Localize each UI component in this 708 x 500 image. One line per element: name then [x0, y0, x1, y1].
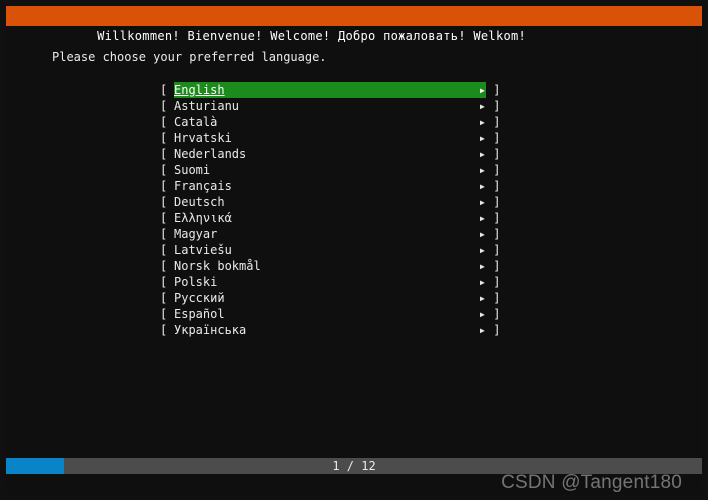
- language-option[interactable]: [ English▸ ]: [160, 82, 500, 98]
- submenu-chevron-icon: ▸: [472, 146, 486, 162]
- submenu-chevron-icon: ▸: [472, 274, 486, 290]
- progress-bar: 1 / 12: [6, 458, 702, 474]
- pager: 1 / 12: [6, 458, 702, 474]
- language-label: Français: [174, 178, 472, 194]
- submenu-chevron-icon: ▸: [472, 290, 486, 306]
- left-bracket: [: [160, 98, 174, 114]
- language-option[interactable]: [ Latviešu▸ ]: [160, 242, 500, 258]
- submenu-chevron-icon: ▸: [472, 82, 486, 98]
- language-label: Nederlands: [174, 146, 472, 162]
- language-label: Ελληνικά: [174, 210, 472, 226]
- language-label: Asturianu: [174, 98, 472, 114]
- left-bracket: [: [160, 274, 174, 290]
- submenu-chevron-icon: ▸: [472, 258, 486, 274]
- title-bar: Willkommen! Bienvenue! Welcome! Добро по…: [6, 6, 702, 26]
- right-bracket: ]: [486, 82, 500, 98]
- left-bracket: [: [160, 146, 174, 162]
- language-option[interactable]: [ Hrvatski▸ ]: [160, 130, 500, 146]
- language-label: Українська: [174, 322, 472, 338]
- left-bracket: [: [160, 178, 174, 194]
- submenu-chevron-icon: ▸: [472, 98, 486, 114]
- pager-current: 1: [332, 459, 339, 473]
- right-bracket: ]: [486, 274, 500, 290]
- pager-total: 12: [361, 459, 375, 473]
- language-option[interactable]: [ Asturianu▸ ]: [160, 98, 500, 114]
- language-label: English: [174, 82, 472, 98]
- installer-screen: Willkommen! Bienvenue! Welcome! Добро по…: [6, 6, 702, 494]
- left-bracket: [: [160, 130, 174, 146]
- right-bracket: ]: [486, 178, 500, 194]
- language-label: Polski: [174, 274, 472, 290]
- language-label: Hrvatski: [174, 130, 472, 146]
- left-bracket: [: [160, 82, 174, 98]
- right-bracket: ]: [486, 130, 500, 146]
- language-option[interactable]: [ Nederlands▸ ]: [160, 146, 500, 162]
- right-bracket: ]: [486, 306, 500, 322]
- left-bracket: [: [160, 290, 174, 306]
- submenu-chevron-icon: ▸: [472, 210, 486, 226]
- left-bracket: [: [160, 242, 174, 258]
- language-menu[interactable]: [ English▸ ][ Asturianu▸ ][ Català▸ ][ H…: [6, 82, 702, 338]
- left-bracket: [: [160, 210, 174, 226]
- language-option[interactable]: [ Suomi▸ ]: [160, 162, 500, 178]
- language-label: Magyar: [174, 226, 472, 242]
- submenu-chevron-icon: ▸: [472, 306, 486, 322]
- left-bracket: [: [160, 194, 174, 210]
- language-option[interactable]: [ Magyar▸ ]: [160, 226, 500, 242]
- language-option[interactable]: [ Deutsch▸ ]: [160, 194, 500, 210]
- language-label: Deutsch: [174, 194, 472, 210]
- language-option[interactable]: [ Español▸ ]: [160, 306, 500, 322]
- language-label: Norsk bokmål: [174, 258, 472, 274]
- right-bracket: ]: [486, 114, 500, 130]
- submenu-chevron-icon: ▸: [472, 322, 486, 338]
- right-bracket: ]: [486, 98, 500, 114]
- language-option[interactable]: [ Polski▸ ]: [160, 274, 500, 290]
- watermark: CSDN @Tangent180: [501, 472, 682, 494]
- language-option[interactable]: [ Ελληνικά▸ ]: [160, 210, 500, 226]
- right-bracket: ]: [486, 194, 500, 210]
- submenu-chevron-icon: ▸: [472, 162, 486, 178]
- right-bracket: ]: [486, 290, 500, 306]
- left-bracket: [: [160, 114, 174, 130]
- right-bracket: ]: [486, 162, 500, 178]
- pager-separator: /: [340, 459, 362, 473]
- submenu-chevron-icon: ▸: [472, 130, 486, 146]
- left-bracket: [: [160, 322, 174, 338]
- left-bracket: [: [160, 306, 174, 322]
- submenu-chevron-icon: ▸: [472, 114, 486, 130]
- language-option[interactable]: [ Français▸ ]: [160, 178, 500, 194]
- language-option[interactable]: [ Norsk bokmål▸ ]: [160, 258, 500, 274]
- submenu-chevron-icon: ▸: [472, 226, 486, 242]
- submenu-chevron-icon: ▸: [472, 194, 486, 210]
- right-bracket: ]: [486, 146, 500, 162]
- prompt-text: Please choose your preferred language.: [6, 50, 702, 64]
- right-bracket: ]: [486, 242, 500, 258]
- language-option[interactable]: [ Русский▸ ]: [160, 290, 500, 306]
- right-bracket: ]: [486, 258, 500, 274]
- submenu-chevron-icon: ▸: [472, 242, 486, 258]
- language-label: Latviešu: [174, 242, 472, 258]
- right-bracket: ]: [486, 226, 500, 242]
- right-bracket: ]: [486, 210, 500, 226]
- left-bracket: [: [160, 226, 174, 242]
- left-bracket: [: [160, 162, 174, 178]
- language-option[interactable]: [ Українська▸ ]: [160, 322, 500, 338]
- language-label: Català: [174, 114, 472, 130]
- submenu-chevron-icon: ▸: [472, 178, 486, 194]
- language-label: Español: [174, 306, 472, 322]
- language-label: Русский: [174, 290, 472, 306]
- title-text: Willkommen! Bienvenue! Welcome! Добро по…: [97, 29, 526, 43]
- left-bracket: [: [160, 258, 174, 274]
- language-label: Suomi: [174, 162, 472, 178]
- right-bracket: ]: [486, 322, 500, 338]
- language-option[interactable]: [ Català▸ ]: [160, 114, 500, 130]
